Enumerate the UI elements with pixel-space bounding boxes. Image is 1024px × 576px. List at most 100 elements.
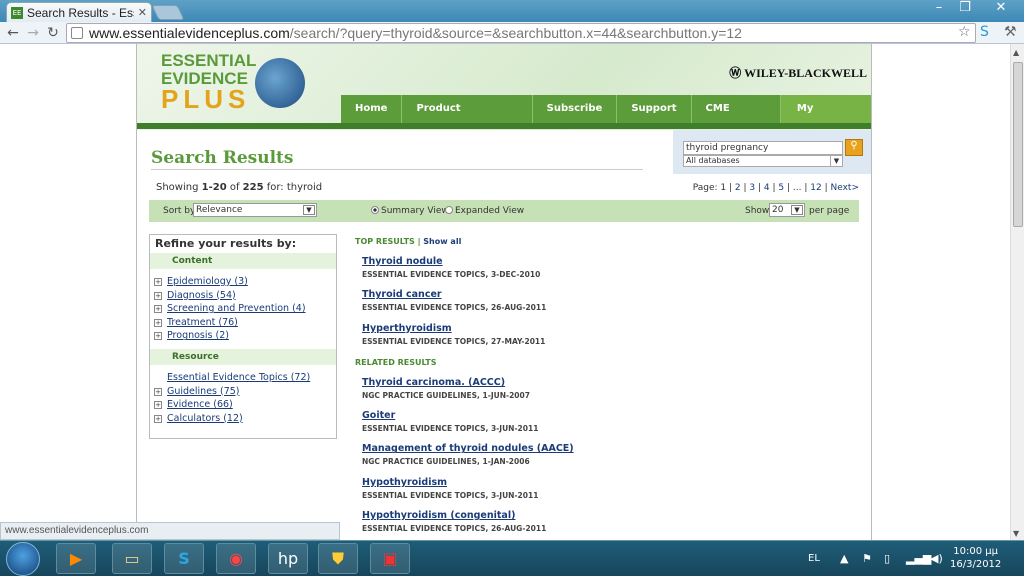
search-icon[interactable]: ⚲ [845,139,863,156]
filter-diagnosis[interactable]: + Diagnosis (54) [154,289,336,303]
address-bar[interactable]: www.essentialevidenceplus.com/search/?qu… [66,23,976,43]
nav-my-account[interactable]: My Account [780,95,871,142]
browser-tab[interactable]: EE Search Results - Essen ✕ [6,2,152,22]
maximize-icon[interactable]: ❐ [954,0,976,18]
filter-essential-evidence-topics[interactable]: Essential Evidence Topics (72) [154,371,336,385]
page-current: Page: 1 | [692,183,733,193]
volume-icon[interactable]: ◀) [930,552,943,565]
filter-label[interactable]: Screening and Prevention (4) [167,303,306,314]
results-count: Showing 1-20 of 225 for: thyroid [156,182,322,193]
nav-support[interactable]: Support [617,95,692,123]
filter-label[interactable]: Epidemiology (3) [167,276,248,287]
language-indicator[interactable]: EL [808,553,820,564]
logo-line3[interactable]: PLUS [161,84,250,115]
filter-label[interactable]: Treatment (76) [167,317,238,328]
forward-icon[interactable]: → [24,24,42,42]
reload-icon[interactable]: ↻ [44,24,62,42]
per-page-label: per page [809,206,850,216]
page-scrollbar[interactable]: ▲ ▼ [1010,44,1024,540]
chevron-down-icon[interactable]: ▼ [830,156,842,166]
chevron-down-icon[interactable]: ▼ [791,205,803,215]
expand-plus-icon[interactable]: + [154,387,162,396]
system-clock[interactable]: 10:00 μμ 16/3/2012 [950,545,1001,571]
page-3-link[interactable]: 3 [749,183,755,193]
database-select[interactable]: All databases ▼ [683,155,843,167]
filter-evidence[interactable]: + Evidence (66) [154,398,336,412]
device-icon[interactable]: ▯ [884,552,890,565]
page-5-link[interactable]: 5 [778,183,784,193]
skype-icon[interactable]: S [164,543,204,574]
logo-line1[interactable]: ESSENTIAL [161,52,256,69]
filter-label[interactable]: Prognosis (2) [167,330,229,341]
nav-cme-credits[interactable]: CME Credits [692,95,781,142]
filter-label[interactable]: Diagnosis (54) [167,290,236,301]
result-title-link[interactable]: Hypothyroidism [362,477,855,488]
result-title-link[interactable]: Management of thyroid nodules (AACE) [362,443,855,454]
result-title-link[interactable]: Hyperthyroidism [362,323,855,334]
folder-icon[interactable]: ▭ [112,543,152,574]
sort-bar: Sort by Relevance ▼ Summary View Expanded… [149,200,859,222]
sort-select[interactable]: Relevance ▼ [193,203,317,217]
nav-subscribe[interactable]: Subscribe [533,95,618,123]
page-2-link[interactable]: 2 [735,183,741,193]
expand-plus-icon[interactable]: + [154,318,162,327]
close-tab-icon[interactable]: ✕ [138,6,147,19]
filter-calculators[interactable]: + Calculators (12) [154,412,336,426]
result-title-link[interactable]: Goiter [362,410,855,421]
tray-expand-icon[interactable]: ▲ [840,552,848,565]
filter-epidemiology[interactable]: + Epidemiology (3) [154,275,336,289]
scroll-down-icon[interactable]: ▼ [1013,529,1019,538]
minimize-icon[interactable]: – [928,0,950,18]
security-shield-icon[interactable]: ⛊ [318,543,358,574]
page-4-link[interactable]: 4 [764,183,770,193]
result-item: Hypothyroidism (congenital) ESSENTIAL EVI… [355,510,855,538]
expand-plus-icon[interactable]: + [154,414,162,423]
star-icon[interactable]: ☆ [958,24,971,40]
radio-unchecked-icon[interactable] [445,206,453,214]
expand-plus-icon[interactable]: + [154,305,162,314]
filter-guidelines[interactable]: + Guidelines (75) [154,385,336,399]
result-title-link[interactable]: Hypothyroidism (congenital) [362,510,855,521]
search-input[interactable]: thyroid pregnancy [683,141,843,155]
filter-label[interactable]: Essential Evidence Topics (72) [167,372,310,383]
start-button[interactable] [6,542,40,576]
chevron-down-icon[interactable]: ▼ [303,205,315,215]
filter-label[interactable]: Calculators (12) [167,413,243,424]
nav-home[interactable]: Home [341,95,403,123]
scroll-up-icon[interactable]: ▲ [1013,48,1019,57]
close-window-icon[interactable]: ✕ [986,0,1016,18]
expand-plus-icon[interactable]: + [154,291,162,300]
sort-label: Sort by [163,206,196,216]
per-page-select[interactable]: 20 ▼ [769,203,805,217]
hp-icon[interactable]: hp [268,543,308,574]
chrome-icon[interactable]: ◉ [216,543,256,574]
result-title-link[interactable]: Thyroid cancer [362,289,855,300]
expand-plus-icon[interactable]: + [154,332,162,341]
next-page-link[interactable]: Next> [830,183,859,193]
adobe-icon[interactable]: ▣ [370,543,410,574]
filter-screening[interactable]: + Screening and Prevention (4) [154,302,336,316]
result-title-link[interactable]: Thyroid nodule [362,256,855,267]
skype-extension-icon[interactable]: S [980,24,989,40]
signal-icon[interactable]: ▂▄▆ [906,552,931,565]
filter-label[interactable]: Guidelines (75) [167,386,240,397]
flag-icon[interactable]: ⚑ [862,552,872,565]
filter-prognosis[interactable]: + Prognosis (2) [154,329,336,343]
radio-checked-icon[interactable] [371,206,379,214]
expand-plus-icon[interactable]: + [154,278,162,286]
back-icon[interactable]: ← [4,24,22,42]
page-last-link[interactable]: 12 [810,183,821,193]
show-all-link[interactable]: Show all [423,237,461,246]
result-title-link[interactable]: Thyroid carcinoma. (ACCC) [362,377,855,388]
expand-plus-icon[interactable]: + [154,401,162,410]
media-player-icon[interactable]: ▶ [56,543,96,574]
nav-product-information[interactable]: Product Information [402,95,533,142]
wrench-icon[interactable]: ⚒ [1004,24,1017,40]
scrollbar-thumb[interactable] [1013,62,1023,227]
summary-view-radio[interactable]: Summary View [371,206,449,216]
new-tab-button[interactable] [151,5,185,20]
page-icon [71,27,83,39]
filter-label[interactable]: Evidence (66) [167,399,233,410]
expanded-view-radio[interactable]: Expanded View [445,206,524,216]
filter-treatment[interactable]: + Treatment (76) [154,316,336,330]
